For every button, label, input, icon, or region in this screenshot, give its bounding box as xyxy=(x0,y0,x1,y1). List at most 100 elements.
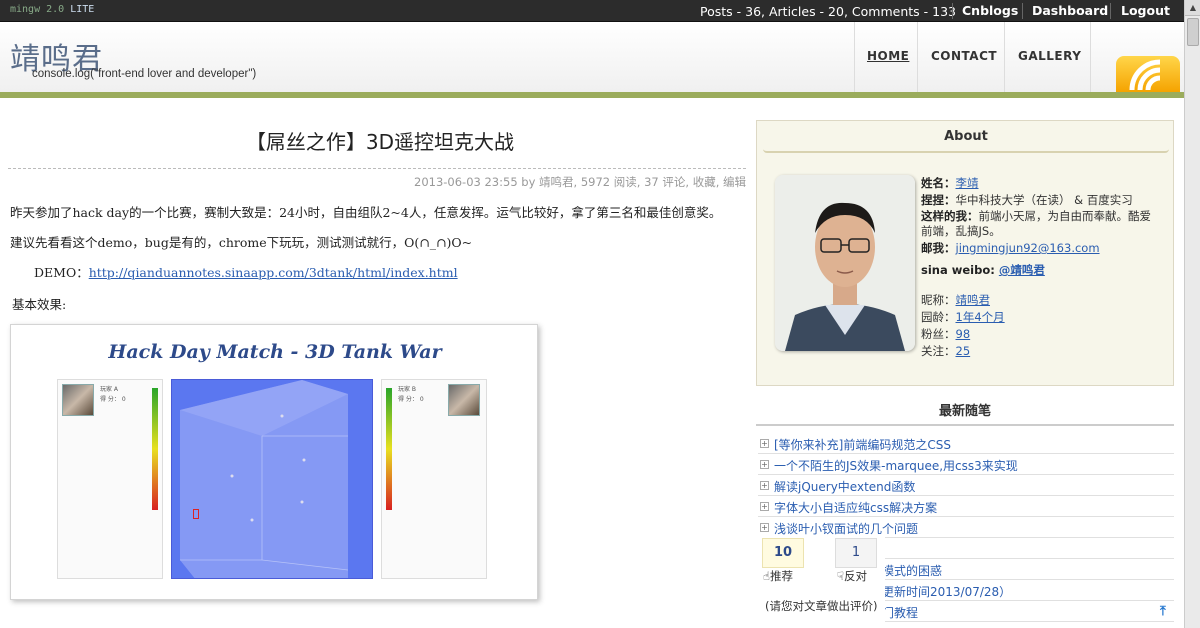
player-a-avatar xyxy=(62,384,94,416)
self-value-cont: 前端，乱搞JS。 xyxy=(921,224,1001,238)
info-name-row: 姓名：李靖 xyxy=(921,175,979,191)
name-link[interactable]: 李靖 xyxy=(956,176,979,190)
follow-link[interactable]: 25 xyxy=(956,344,971,358)
game-arena xyxy=(171,379,373,579)
recent-post-link[interactable]: 模式的困惑 xyxy=(882,562,942,579)
nav-contact[interactable]: CONTACT xyxy=(931,49,997,63)
recent-post-link[interactable]: 门教程 xyxy=(882,604,918,621)
about-title: About xyxy=(944,129,988,144)
site-tagline: console.log("front-end lover and develop… xyxy=(32,68,257,80)
header-accent-bar xyxy=(0,92,1184,98)
email-label: 邮我： xyxy=(921,241,956,255)
recent-post-link[interactable]: 一个不陌生的JS效果-marquee,用css3来实现 xyxy=(774,457,1018,474)
email-link[interactable]: jingmingjun92@163.com xyxy=(956,241,1100,255)
recent-post-link[interactable]: 字体大小自适应纯css解决方案 xyxy=(774,499,937,516)
player-a-info: 玩家 A 得 分： 0 xyxy=(100,385,126,405)
divider xyxy=(1110,3,1111,19)
player-a-panel: 玩家 A 得 分： 0 xyxy=(57,379,163,579)
nick-link[interactable]: 靖鸣君 xyxy=(956,293,991,307)
post-paragraph: 建议先看看这个demo，bug是有的，chrome下玩玩，测试测试就行，O(∩_… xyxy=(10,235,473,250)
recommend-label: 推荐 xyxy=(770,569,794,583)
thumbs-down-icon: ☟ xyxy=(837,569,845,583)
weibo-label: sina weibo: xyxy=(921,263,999,277)
demo-line: DEMO：http://qianduannotes.sinaapp.com/3d… xyxy=(34,262,458,281)
fans-link[interactable]: 98 xyxy=(956,327,971,341)
post-meta: 2013-06-03 23:55 by 靖鸣君, 5972 阅读, 37 评论,… xyxy=(414,175,746,189)
logout-link[interactable]: Logout xyxy=(1121,3,1170,18)
expand-icon: + xyxy=(760,439,769,448)
player-b-panel: 玩家 B 得 分： 0 xyxy=(381,379,487,579)
list-item[interactable]: + 一个不陌生的JS效果-marquee,用css3来实现 xyxy=(758,454,1174,475)
recent-post-link[interactable]: 浅谈叶小钗面试的几个问题 xyxy=(774,520,918,537)
demo-screenshot: Hack Day Match - 3D Tank War 玩家 A 得 分： 0… xyxy=(10,324,538,600)
self-value: 前端小天屌，为自由而奉献。酷爱 xyxy=(978,209,1152,223)
nav-divider xyxy=(917,22,918,92)
oppose-count[interactable]: 1 xyxy=(835,538,877,568)
back-to-top-icon[interactable]: ⤒ xyxy=(1160,604,1174,620)
post-divider xyxy=(8,168,746,169)
post-paragraph: 昨天参加了hack day的一个比赛，赛制大致是：24小时，自由组队2~4人，任… xyxy=(10,205,722,220)
divider xyxy=(952,3,953,19)
weibo-link[interactable]: @靖鸣君 xyxy=(999,263,1045,277)
nav-home[interactable]: HOME xyxy=(867,49,909,63)
player-b-health-bar xyxy=(386,388,392,510)
oppose-label: 反对 xyxy=(844,569,868,583)
demo-link[interactable]: http://qianduannotes.sinaapp.com/3dtank/… xyxy=(89,265,458,280)
scroll-up-icon[interactable]: ▲ xyxy=(1185,0,1200,16)
vote-widget: 10 1 ☝推荐 ☟反对 (请您对文章做出评价) xyxy=(757,536,885,628)
player-b-name: 玩家 B xyxy=(398,386,417,393)
about-divider xyxy=(763,149,1169,153)
info-age-row: 园龄：1年4个月 xyxy=(921,309,1005,325)
expand-icon: + xyxy=(760,481,769,490)
player-a-health-bar xyxy=(152,388,158,510)
site-header: 靖鸣君 console.log("front-end lover and dev… xyxy=(0,22,1184,92)
rss-icon[interactable] xyxy=(1116,56,1180,92)
nav-divider xyxy=(1004,22,1005,92)
info-school-row: 捏捏：华中科技大学（在读） & 百度实习 xyxy=(921,192,1133,208)
expand-icon: + xyxy=(760,502,769,511)
recent-post-link[interactable]: 更新时间2013/07/28） xyxy=(882,583,1011,600)
recommend-count[interactable]: 10 xyxy=(762,538,804,568)
player-b-info: 玩家 B 得 分： 0 xyxy=(398,385,424,405)
player-b-score: 得 分： 0 xyxy=(398,396,424,403)
page-scrollbar[interactable]: ▲ xyxy=(1184,0,1200,628)
divider xyxy=(1022,3,1023,19)
expand-icon: + xyxy=(760,460,769,469)
info-follow-row: 关注：25 xyxy=(921,343,970,359)
demo-label: DEMO： xyxy=(34,265,89,280)
expand-icon: + xyxy=(760,523,769,532)
oppose-button[interactable]: ☟反对 xyxy=(837,568,867,584)
age-link[interactable]: 1年4个月 xyxy=(956,310,1005,324)
info-weibo-row: sina weibo: @靖鸣君 xyxy=(921,262,1045,278)
follow-label: 关注： xyxy=(921,344,956,358)
recent-post-link[interactable]: [等你来补充]前端编码规范之CSS xyxy=(774,436,951,453)
fans-label: 粉丝： xyxy=(921,327,956,341)
nav-gallery[interactable]: GALLERY xyxy=(1018,49,1081,63)
dashboard-link[interactable]: Dashboard xyxy=(1032,3,1108,18)
list-item[interactable]: + 浅谈叶小钗面试的几个问题 xyxy=(758,517,1174,538)
blog-stats: Posts - 36, Articles - 20, Comments - 13… xyxy=(700,4,956,19)
list-item[interactable]: + [等你来补充]前端编码规范之CSS xyxy=(758,433,1174,454)
post-title[interactable]: 【屌丝之作】3D遥控坦克大战 xyxy=(0,126,760,155)
list-item[interactable]: + 字体大小自适应纯css解决方案 xyxy=(758,496,1174,517)
recommend-button[interactable]: ☝推荐 xyxy=(763,568,793,584)
top-bar: mingw 2.0 LITE Posts - 36, Articles - 20… xyxy=(0,0,1184,22)
cnblogs-link[interactable]: Cnblogs xyxy=(962,3,1018,18)
game-title: Hack Day Match - 3D Tank War xyxy=(108,341,442,363)
info-nick-row: 昵称：靖鸣君 xyxy=(921,292,990,308)
profile-photo xyxy=(775,175,915,351)
info-self-row: 这样的我：前端小天屌，为自由而奉献。酷爱 xyxy=(921,208,1151,224)
nick-label: 昵称： xyxy=(921,293,956,307)
scroll-thumb[interactable] xyxy=(1187,18,1199,46)
name-label: 姓名： xyxy=(921,176,956,190)
list-item[interactable]: + 解读jQuery中extend函数 xyxy=(758,475,1174,496)
school-label: 捏捏： xyxy=(921,193,956,207)
school-value: 华中科技大学（在读） & 百度实习 xyxy=(955,193,1133,207)
recent-divider xyxy=(756,422,1174,426)
player-b-avatar xyxy=(448,384,480,416)
thumbs-up-icon: ☝ xyxy=(763,569,771,583)
recent-posts-title: 最新随笔 xyxy=(938,404,991,419)
info-self-row-2: 前端，乱搞JS。 xyxy=(921,223,1001,239)
recent-post-link[interactable]: 解读jQuery中extend函数 xyxy=(774,478,915,495)
player-a-score: 得 分： 0 xyxy=(100,396,126,403)
